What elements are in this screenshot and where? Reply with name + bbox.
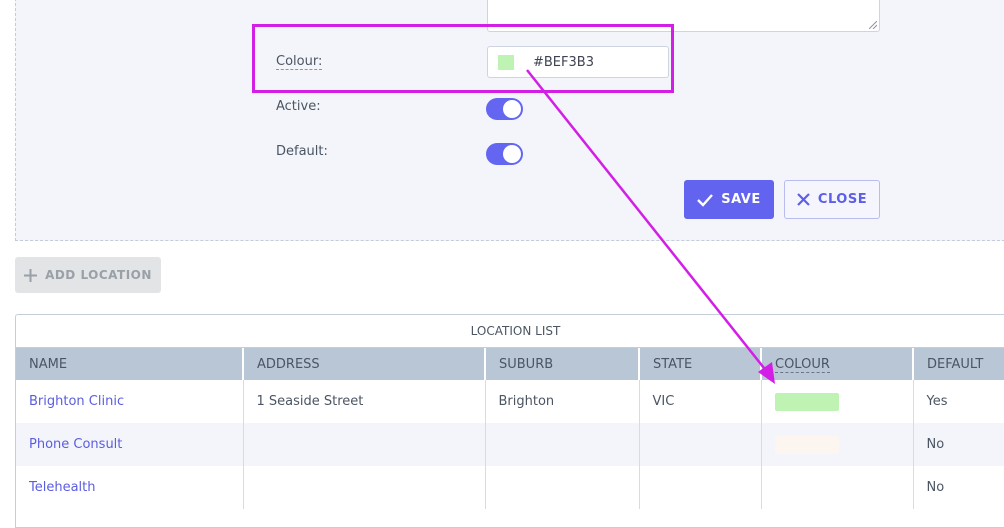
annotation-arrow [526, 69, 775, 384]
